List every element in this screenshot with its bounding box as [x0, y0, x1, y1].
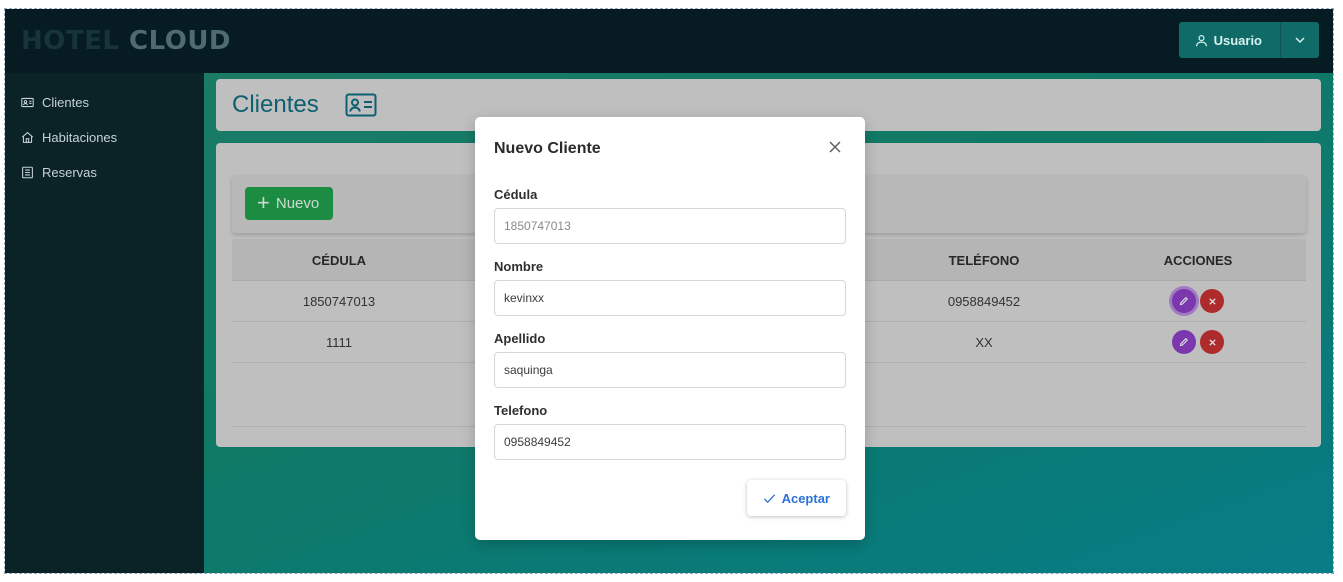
id-card-icon [21, 97, 34, 108]
sidebar-item-clientes[interactable]: Clientes [5, 85, 204, 120]
user-button-label: Usuario [1213, 32, 1262, 48]
sidebar-item-label: Clientes [42, 95, 89, 110]
accept-button[interactable]: Aceptar [746, 480, 846, 516]
accept-button-label: Aceptar [781, 490, 830, 506]
user-button[interactable]: Usuario [1179, 22, 1281, 58]
sidebar-item-habitaciones[interactable]: Habitaciones [5, 120, 204, 155]
cedula-field[interactable] [494, 208, 846, 244]
modal-title: Nuevo Cliente [494, 140, 601, 157]
close-icon [829, 141, 841, 153]
telefono-field[interactable] [494, 424, 846, 460]
apellido-label: Apellido [494, 331, 546, 346]
close-modal-button[interactable] [827, 139, 843, 155]
app-window: HOTEL CLOUD Usuario Clientes Habitacione… [4, 8, 1334, 574]
sidebar-item-label: Habitaciones [42, 130, 118, 145]
list-icon [22, 166, 33, 179]
user-menu: Usuario [1178, 22, 1319, 58]
brand-logo[interactable]: HOTEL CLOUD [21, 26, 231, 56]
brand-part2: CLOUD [129, 26, 232, 56]
brand-part1: HOTEL [21, 26, 120, 56]
nombre-field[interactable] [494, 280, 846, 316]
check-icon [763, 493, 775, 503]
cedula-label: Cédula [494, 187, 538, 202]
nombre-label: Nombre [494, 259, 544, 274]
sidebar-item-label: Reservas [42, 165, 97, 180]
apellido-field[interactable] [494, 352, 846, 388]
sidebar-item-reservas[interactable]: Reservas [5, 155, 204, 190]
top-navbar: HOTEL CLOUD Usuario [5, 9, 1333, 73]
home-icon [21, 131, 34, 143]
sidebar: Clientes Habitaciones Reservas [5, 73, 204, 573]
user-dropdown-toggle[interactable] [1281, 22, 1319, 58]
new-client-modal: Nuevo Cliente Cédula Nombre Apellido Tel… [475, 117, 865, 540]
chevron-down-icon [1295, 37, 1305, 44]
telefono-label: Telefono [494, 403, 548, 418]
user-icon [1195, 34, 1207, 46]
